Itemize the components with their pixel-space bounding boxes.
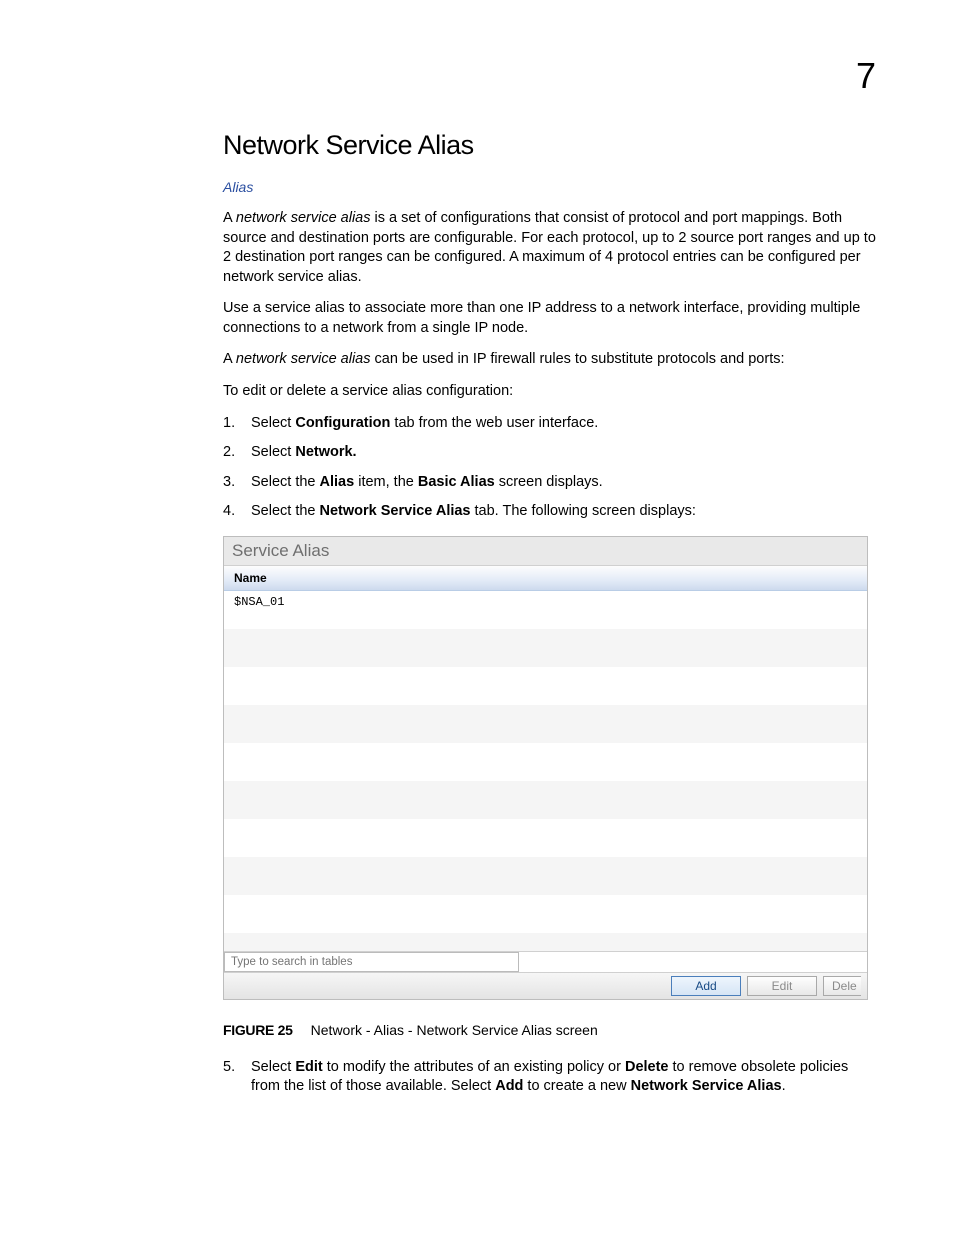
figure-caption-text: Network - Alias - Network Service Alias … [311, 1022, 598, 1038]
edit-button[interactable]: Edit [747, 976, 817, 996]
text: item, the [354, 474, 418, 490]
bold-text: Edit [295, 1059, 322, 1075]
text: A [223, 210, 236, 226]
search-input[interactable] [224, 952, 519, 972]
text: Select [251, 444, 295, 460]
page-content: Network Service Alias Alias A network se… [223, 130, 878, 1097]
bold-text: Basic Alias [418, 474, 495, 490]
text: to modify the attributes of an existing … [323, 1059, 625, 1075]
italic-text: network service alias [236, 210, 371, 226]
screenshot-panel: Service Alias Name $NSA_01 Add Edit Dele [223, 536, 868, 1000]
bold-text: Add [495, 1078, 523, 1094]
text: Select [251, 1059, 295, 1075]
text: to create a new [523, 1078, 630, 1094]
text: . [782, 1078, 786, 1094]
table-footer [224, 951, 867, 972]
text: can be used in IP firewall rules to subs… [370, 351, 784, 367]
text: Select the [251, 474, 320, 490]
add-button[interactable]: Add [671, 976, 741, 996]
step-3: Select the Alias item, the Basic Alias s… [223, 473, 878, 493]
alias-link[interactable]: Alias [223, 179, 878, 195]
text: tab from the web user interface. [390, 415, 598, 431]
bold-text: Alias [320, 474, 355, 490]
delete-button[interactable]: Dele [823, 976, 861, 996]
step-2: Select Network. [223, 443, 878, 463]
figure-caption: FIGURE 25 Network - Alias - Network Servi… [223, 1022, 878, 1038]
paragraph-2: Use a service alias to associate more th… [223, 299, 878, 338]
bold-text: Delete [625, 1059, 669, 1075]
bold-text: Network Service Alias [631, 1078, 782, 1094]
italic-text: network service alias [236, 351, 371, 367]
bold-text: Network. [295, 444, 356, 460]
bold-text: Network Service Alias [320, 503, 471, 519]
paragraph-3: A network service alias can be used in I… [223, 350, 878, 370]
page-number: 7 [856, 55, 876, 97]
text: tab. The following screen displays: [471, 503, 696, 519]
bold-text: Configuration [295, 415, 390, 431]
figure-label: FIGURE 25 [223, 1022, 293, 1038]
text: screen displays. [495, 474, 603, 490]
toolbar: Add Edit Dele [224, 972, 867, 999]
step-5: Select Edit to modify the attributes of … [223, 1058, 878, 1097]
paragraph-1: A network service alias is a set of conf… [223, 209, 878, 287]
panel-title: Service Alias [224, 537, 867, 566]
step-4: Select the Network Service Alias tab. Th… [223, 502, 878, 522]
text: A [223, 351, 236, 367]
steps-list-continued: Select Edit to modify the attributes of … [223, 1058, 878, 1097]
section-heading: Network Service Alias [223, 130, 878, 161]
text: Select the [251, 503, 320, 519]
paragraph-4: To edit or delete a service alias config… [223, 382, 878, 402]
table-body[interactable]: $NSA_01 [224, 591, 867, 951]
text: Select [251, 415, 295, 431]
table-column-header[interactable]: Name [224, 566, 867, 591]
table-row[interactable]: $NSA_01 [224, 591, 294, 613]
step-1: Select Configuration tab from the web us… [223, 414, 878, 434]
steps-list: Select Configuration tab from the web us… [223, 414, 878, 522]
